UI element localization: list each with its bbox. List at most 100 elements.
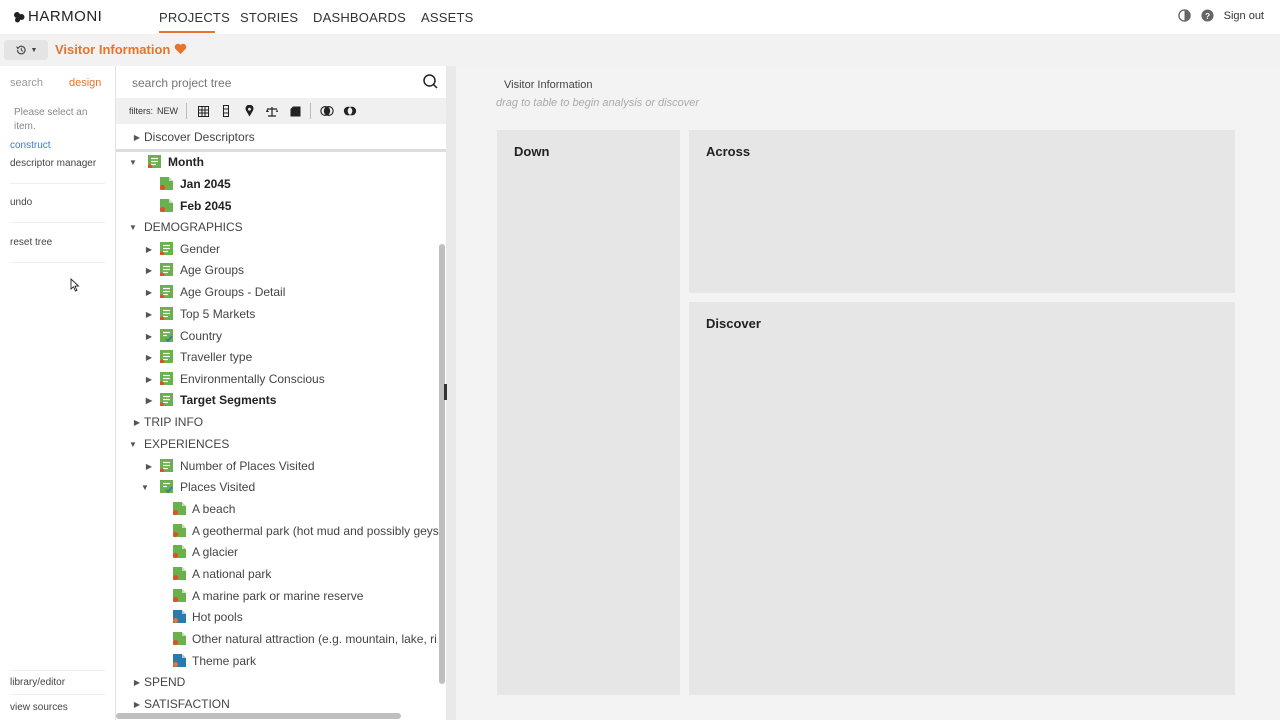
tree-item-label: EXPERIENCES bbox=[144, 437, 230, 451]
tree-folder-satisfaction[interactable]: ▶ SATISFACTION bbox=[116, 694, 439, 714]
tree-item-marine-park[interactable]: A marine park or marine reserve bbox=[116, 586, 439, 606]
panel-resize-divider[interactable] bbox=[444, 66, 456, 720]
tree-item-label: Target Segments bbox=[180, 393, 277, 407]
chevron-right-icon[interactable]: ▶ bbox=[144, 374, 154, 384]
divider-handle[interactable] bbox=[444, 384, 447, 400]
heart-icon[interactable] bbox=[174, 43, 187, 55]
down-label: Down bbox=[514, 144, 550, 159]
help-icon[interactable]: ? bbox=[1201, 9, 1214, 22]
tree-item-target-segments[interactable]: ▶ Target Segments bbox=[116, 390, 439, 410]
chevron-right-icon[interactable]: ▶ bbox=[144, 352, 154, 362]
chevron-right-icon[interactable]: ▶ bbox=[144, 244, 154, 254]
nav-tab-assets[interactable]: ASSETS bbox=[421, 10, 474, 25]
tree-folder-experiences[interactable]: ▼ EXPERIENCES bbox=[116, 434, 439, 454]
tree-horizontal-scrollbar[interactable] bbox=[116, 713, 401, 719]
sign-out-link[interactable]: Sign out bbox=[1224, 10, 1264, 22]
nav-tab-dashboards[interactable]: DASHBOARDS bbox=[313, 10, 406, 25]
venn-filter-icon[interactable] bbox=[320, 104, 334, 118]
tree-item-number-of-places-visited[interactable]: ▶ Number of Places Visited bbox=[116, 456, 439, 476]
history-dropdown-button[interactable]: ▼ bbox=[4, 40, 48, 60]
tree-item-label: TRIP INFO bbox=[144, 415, 204, 429]
category-leaf-icon bbox=[173, 545, 186, 558]
project-header-bar: ▼ Visitor Information bbox=[0, 34, 1280, 66]
tree-item-month[interactable]: ▼ Month bbox=[116, 152, 439, 172]
category-leaf-icon bbox=[160, 199, 173, 212]
tree-item-other-natural-attraction[interactable]: Other natural attraction (e.g. mountain,… bbox=[116, 629, 439, 649]
tree-item-traveller-type[interactable]: ▶ Traveller type bbox=[116, 347, 439, 367]
location-filter-icon[interactable] bbox=[242, 104, 256, 118]
tree-vertical-scrollbar[interactable] bbox=[439, 244, 445, 684]
tree-item-national-park[interactable]: A national park bbox=[116, 564, 439, 584]
chevron-right-icon[interactable]: ▶ bbox=[144, 309, 154, 319]
tree-folder-spend[interactable]: ▶ SPEND bbox=[116, 672, 439, 692]
tree-item-a-beach[interactable]: A beach bbox=[116, 499, 439, 519]
library-editor-link[interactable]: library/editor bbox=[10, 677, 65, 688]
tree-item-gender[interactable]: ▶ Gender bbox=[116, 239, 439, 259]
chevron-right-icon[interactable]: ▶ bbox=[132, 417, 142, 427]
tree-item-geothermal-park[interactable]: A geothermal park (hot mud and possibly … bbox=[116, 521, 439, 541]
chevron-right-icon[interactable]: ▶ bbox=[144, 287, 154, 297]
down-dropzone[interactable]: Down bbox=[497, 130, 680, 695]
logo-mark-icon bbox=[14, 11, 25, 22]
list-node-icon bbox=[160, 372, 173, 386]
scale-filter-icon[interactable] bbox=[265, 104, 279, 118]
tree-item-label: Country bbox=[180, 329, 223, 343]
harmoni-logo[interactable]: HARMONI bbox=[13, 8, 102, 25]
tree-item-a-glacier[interactable]: A glacier bbox=[116, 542, 439, 562]
column-filter-icon[interactable] bbox=[219, 104, 233, 118]
discover-dropzone[interactable]: Discover bbox=[689, 302, 1235, 695]
category-leaf-icon bbox=[173, 654, 186, 667]
tree-item-theme-park[interactable]: Theme park bbox=[116, 651, 439, 671]
grid-filter-icon[interactable] bbox=[196, 104, 210, 118]
chevron-down-icon[interactable]: ▼ bbox=[128, 439, 138, 449]
tree-item-discover-descriptors[interactable]: ▶ Discover Descriptors bbox=[116, 127, 439, 147]
tree-item-places-visited[interactable]: ▼ Places Visited bbox=[116, 477, 439, 497]
list-node-icon bbox=[160, 459, 173, 473]
chevron-down-icon[interactable]: ▼ bbox=[128, 157, 138, 167]
filter-new-button[interactable]: NEW bbox=[157, 106, 178, 116]
view-sources-link[interactable]: view sources bbox=[10, 702, 68, 713]
chevron-right-icon[interactable]: ▶ bbox=[144, 461, 154, 471]
tab-search[interactable]: search bbox=[10, 77, 43, 89]
theme-toggle-icon[interactable] bbox=[1177, 9, 1191, 22]
undo-link[interactable]: undo bbox=[10, 197, 32, 208]
tree-item-hot-pools[interactable]: Hot pools bbox=[116, 607, 439, 627]
chevron-right-icon[interactable]: ▶ bbox=[132, 677, 142, 687]
tab-design[interactable]: design bbox=[69, 77, 101, 89]
chevron-down-icon[interactable]: ▼ bbox=[140, 482, 150, 492]
tree-item-age-groups-detail[interactable]: ▶ Age Groups - Detail bbox=[116, 282, 439, 302]
category-leaf-icon bbox=[173, 610, 186, 623]
chevron-right-icon[interactable]: ▶ bbox=[144, 395, 154, 405]
tree-search-input[interactable] bbox=[126, 74, 428, 92]
tree-item-environmentally-conscious[interactable]: ▶ Environmentally Conscious bbox=[116, 369, 439, 389]
chevron-right-icon[interactable]: ▶ bbox=[144, 331, 154, 341]
tree-item-age-groups[interactable]: ▶ Age Groups bbox=[116, 260, 439, 280]
chevron-right-icon[interactable]: ▶ bbox=[132, 699, 142, 709]
tree-item-feb-2045[interactable]: Feb 2045 bbox=[116, 196, 439, 216]
tree-item-jan-2045[interactable]: Jan 2045 bbox=[116, 174, 439, 194]
list-node-icon bbox=[148, 155, 161, 169]
filters-label: filters: bbox=[129, 106, 154, 116]
divider bbox=[10, 183, 105, 184]
overlap-filter-icon[interactable] bbox=[343, 104, 357, 118]
active-tab-indicator bbox=[159, 31, 215, 33]
tree-folder-trip-info[interactable]: ▶ TRIP INFO bbox=[116, 412, 439, 432]
tree-item-label: Feb 2045 bbox=[180, 199, 232, 213]
tree-item-label: A national park bbox=[192, 567, 272, 581]
tree-folder-demographics[interactable]: ▼ DEMOGRAPHICS bbox=[116, 217, 439, 237]
tree-item-label: Theme park bbox=[192, 654, 257, 668]
chevron-right-icon[interactable]: ▶ bbox=[144, 265, 154, 275]
chevron-down-icon[interactable]: ▼ bbox=[128, 222, 138, 232]
descriptor-manager-link[interactable]: descriptor manager bbox=[10, 158, 96, 169]
construct-link[interactable]: construct bbox=[10, 140, 51, 151]
tree-item-top-5-markets[interactable]: ▶ Top 5 Markets bbox=[116, 304, 439, 324]
search-icon[interactable] bbox=[423, 74, 438, 89]
nav-tab-projects[interactable]: PROJECTS bbox=[159, 10, 230, 25]
tag-filter-icon[interactable] bbox=[288, 104, 302, 118]
nav-tab-stories[interactable]: STORIES bbox=[240, 10, 298, 25]
tree-item-country[interactable]: ▶ Country bbox=[116, 326, 439, 346]
chevron-right-icon[interactable]: ▶ bbox=[132, 132, 142, 142]
reset-tree-link[interactable]: reset tree bbox=[10, 237, 52, 248]
tree-item-label: A beach bbox=[192, 502, 236, 516]
across-dropzone[interactable]: Across bbox=[689, 130, 1235, 293]
